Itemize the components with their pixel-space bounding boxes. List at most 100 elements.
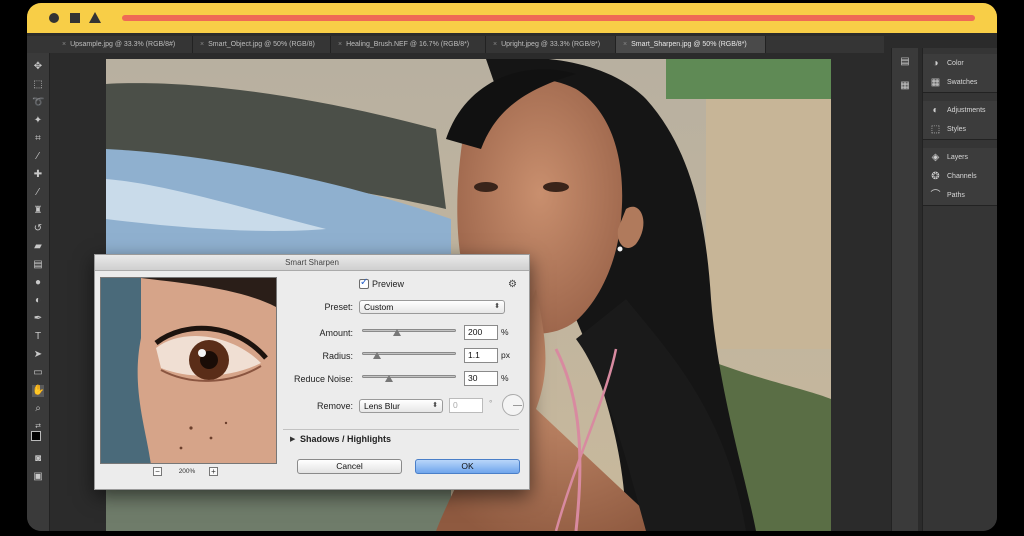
pen-tool-icon[interactable]: ✒ <box>32 313 44 325</box>
move-tool-icon[interactable]: ✥ <box>32 61 44 73</box>
panel-label: Layers <box>947 154 969 161</box>
foreground-color-swatch[interactable] <box>31 431 41 441</box>
blur-tool-icon[interactable]: ● <box>32 277 44 289</box>
dodge-tool-icon[interactable]: ◐ <box>32 295 44 307</box>
close-icon[interactable]: × <box>493 41 497 48</box>
shadows-highlights-toggle[interactable]: Shadows / Highlights <box>300 434 391 444</box>
preview-checkbox[interactable] <box>359 277 369 289</box>
radius-slider-thumb[interactable] <box>373 352 381 359</box>
type-tool-icon[interactable]: T <box>32 331 44 343</box>
document-tab-bar: × Upsample.jpg @ 33.3% (RGB/8#) × Smart_Ob… <box>27 36 884 53</box>
healing-brush-tool-icon[interactable]: ✚ <box>32 169 44 181</box>
preset-label: Preset: <box>324 302 353 312</box>
gear-icon[interactable]: ⚙ <box>508 279 517 290</box>
smart-sharpen-dialog: Smart Sharpen − 200% + ✓ Preview ⚙ Prese… <box>94 254 530 490</box>
panel-swatches[interactable]: ▦ Swatches <box>923 73 997 92</box>
reduce-noise-input[interactable]: 30 <box>464 371 498 386</box>
ok-button[interactable]: OK <box>415 459 520 474</box>
eraser-tool-icon[interactable]: ▰ <box>32 241 44 253</box>
panel-label: Paths <box>947 192 965 199</box>
tab-upright[interactable]: × Upright.jpeg @ 33.3% (RGB/8*) <box>486 36 616 53</box>
properties-panel-icon[interactable]: ▦ <box>899 80 911 92</box>
shape-tool-icon[interactable]: ▭ <box>32 367 44 379</box>
angle-unit: ° <box>489 398 493 408</box>
remove-select[interactable]: Lens Blur ⬍ <box>359 399 443 413</box>
disclosure-triangle-icon[interactable]: ▶ <box>290 435 295 443</box>
zoom-tool-icon[interactable]: ⌕ <box>32 403 44 415</box>
amount-slider[interactable] <box>362 329 456 332</box>
cancel-button[interactable]: Cancel <box>297 459 402 474</box>
close-icon[interactable]: × <box>200 41 204 48</box>
eyedropper-tool-icon[interactable]: ⁄ <box>32 151 44 163</box>
history-brush-tool-icon[interactable]: ↺ <box>32 223 44 235</box>
zoom-in-button[interactable]: + <box>209 467 218 476</box>
quick-mask-icon[interactable]: ◙ <box>32 453 44 465</box>
tab-smart-object[interactable]: × Smart_Object.jpg @ 50% (RGB/8) <box>193 36 331 53</box>
lasso-tool-icon[interactable]: ➰ <box>32 97 44 109</box>
preset-value: Custom <box>364 302 394 312</box>
amount-unit: % <box>501 327 509 337</box>
layers-panel-group: ◈ Layers ❂ Channels ⌒ Paths <box>923 148 997 206</box>
path-selection-tool-icon[interactable]: ➤ <box>32 349 44 361</box>
panel-label: Adjustments <box>947 107 986 114</box>
gradient-tool-icon[interactable]: ▤ <box>32 259 44 271</box>
tools-panel: ✥ ⬚ ➰ ✦ ⌗ ⁄ ✚ ⁄ ♜ ↺ ▰ ▤ ● ◐ ✒ T ➤ ▭ ✋ ⌕ … <box>27 53 50 531</box>
panel-adjustments[interactable]: ◐ Adjustments <box>923 101 997 120</box>
angle-dial[interactable] <box>502 394 524 416</box>
zoom-out-button[interactable]: − <box>153 467 162 476</box>
marquee-tool-icon[interactable]: ⬚ <box>32 79 44 91</box>
color-panel-group: ◑ Color ▦ Swatches <box>923 54 997 93</box>
screen-mode-icon[interactable]: ▣ <box>32 471 44 483</box>
tab-label: Upright.jpeg @ 33.3% (RGB/8*) <box>501 41 601 48</box>
tab-label: Upsample.jpg @ 33.3% (RGB/8#) <box>70 41 176 48</box>
history-panel-icon[interactable]: ▤ <box>899 56 911 68</box>
preset-select[interactable]: Custom ⬍ <box>359 300 505 314</box>
stamp-tool-icon[interactable]: ♜ <box>32 205 44 217</box>
magic-wand-tool-icon[interactable]: ✦ <box>32 115 44 127</box>
panel-styles[interactable]: ⬚ Styles <box>923 120 997 139</box>
styles-icon: ⬚ <box>930 124 941 135</box>
adjustments-panel-group: ◐ Adjustments ⬚ Styles <box>923 101 997 140</box>
window-titlebar <box>27 3 997 33</box>
close-icon[interactable]: × <box>623 41 627 48</box>
tab-label: Smart_Object.jpg @ 50% (RGB/8) <box>208 41 315 48</box>
preview-thumbnail[interactable] <box>100 277 277 464</box>
panel-color[interactable]: ◑ Color <box>923 54 997 73</box>
remove-label: Remove: <box>316 401 353 411</box>
address-bar <box>122 15 975 21</box>
tab-smart-sharpen[interactable]: × Smart_Sharpen.jpg @ 50% (RGB/8*) <box>616 36 766 53</box>
panel-layers[interactable]: ◈ Layers <box>923 148 997 167</box>
panel-channels[interactable]: ❂ Channels <box>923 167 997 186</box>
radius-input[interactable]: 1.1 <box>464 348 498 363</box>
reduce-noise-label: Reduce Noise: <box>293 374 353 384</box>
angle-input[interactable]: 0 <box>449 398 483 413</box>
panel-paths[interactable]: ⌒ Paths <box>923 186 997 205</box>
remove-value: Lens Blur <box>364 401 400 411</box>
tab-label: Smart_Sharpen.jpg @ 50% (RGB/8*) <box>631 41 747 48</box>
panel-label: Color <box>947 60 964 67</box>
color-wheel-icon: ◑ <box>932 58 939 69</box>
reduce-noise-slider-thumb[interactable] <box>385 375 393 382</box>
layers-icon: ◈ <box>931 152 940 163</box>
close-icon[interactable]: × <box>62 41 66 48</box>
tab-upsample[interactable]: × Upsample.jpg @ 33.3% (RGB/8#) <box>55 36 193 53</box>
crop-tool-icon[interactable]: ⌗ <box>32 133 44 145</box>
tab-label: Healing_Brush.NEF @ 16.7% (RGB/8*) <box>346 41 470 48</box>
radius-unit: px <box>501 350 510 360</box>
reduce-noise-slider[interactable] <box>362 375 456 378</box>
grid-icon: ▦ <box>930 77 941 88</box>
adjustment-icon: ◐ <box>932 105 939 116</box>
tab-healing-brush[interactable]: × Healing_Brush.NEF @ 16.7% (RGB/8*) <box>331 36 486 53</box>
panel-label: Channels <box>947 173 977 180</box>
panel-label: Styles <box>947 126 967 133</box>
amount-slider-thumb[interactable] <box>393 329 401 336</box>
channels-icon: ❂ <box>931 171 940 182</box>
hand-tool-icon[interactable]: ✋ <box>32 385 44 397</box>
preview-label: Preview <box>372 279 405 289</box>
amount-input[interactable]: 200 <box>464 325 498 340</box>
close-icon[interactable]: × <box>338 41 342 48</box>
brush-tool-icon[interactable]: ⁄ <box>32 187 44 199</box>
triangle-icon <box>89 12 101 23</box>
radius-label: Radius: <box>322 351 353 361</box>
circle-icon <box>49 13 59 23</box>
